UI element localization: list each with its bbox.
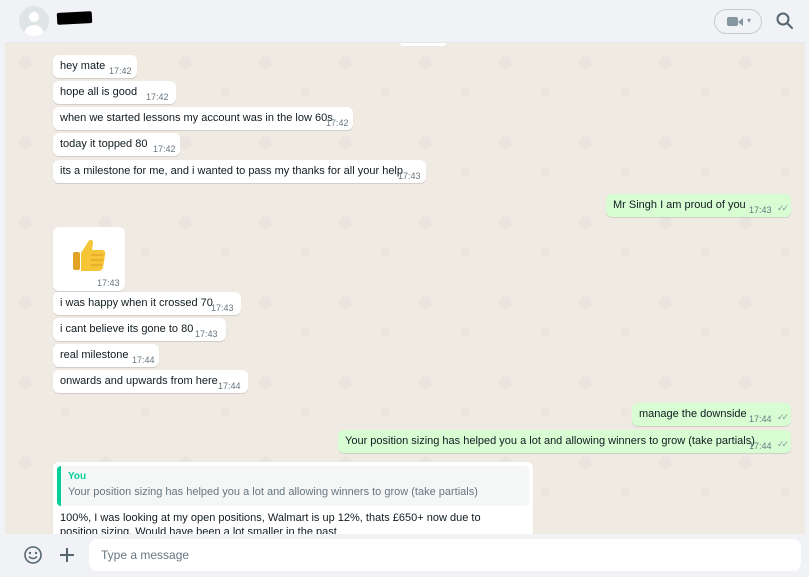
- search-icon: [776, 12, 793, 29]
- message-bubble[interactable]: Mr Singh I am proud of you 17:43 ✓✓: [606, 194, 791, 217]
- message-text: Your position sizing has helped you a lo…: [345, 435, 755, 447]
- video-camera-lens-icon: [738, 18, 743, 26]
- message-text: today it topped 80: [60, 138, 148, 150]
- message-time: 17:43: [97, 278, 120, 288]
- emoji-icon: [24, 546, 42, 564]
- plus-icon: [60, 548, 74, 562]
- chat-header: ▾: [5, 0, 805, 43]
- message-text: its a milestone for me, and i wanted to …: [60, 165, 403, 177]
- message-text: real milestone: [60, 349, 129, 361]
- message-bubble[interactable]: today it topped 80 17:42: [53, 133, 180, 156]
- message-text: onwards and upwards from here: [60, 375, 218, 387]
- message-bubble[interactable]: hope all is good 17:42: [53, 81, 176, 104]
- message-bubble[interactable]: hey mate 17:42: [53, 55, 137, 78]
- read-receipt-icon: ✓✓: [776, 412, 789, 422]
- message-time: 17:43: [195, 329, 218, 339]
- message-bubble[interactable]: i cant believe its gone to 80 17:43: [53, 318, 226, 341]
- message-text: i was happy when it crossed 70: [60, 297, 213, 309]
- previous-message-edge: [400, 43, 446, 46]
- redaction-mark: [56, 11, 93, 25]
- message-time: 17:43: [749, 205, 772, 215]
- message-time: 17:44: [749, 441, 772, 451]
- message-time: 17:44: [749, 414, 772, 424]
- read-receipt-icon: ✓✓: [776, 439, 789, 449]
- message-bubble[interactable]: its a milestone for me, and i wanted to …: [53, 160, 426, 183]
- chevron-down-icon: ▾: [747, 16, 752, 25]
- message-bubble[interactable]: i was happy when it crossed 70 17:43: [53, 292, 241, 315]
- quoted-message[interactable]: You Your position sizing has helped you …: [57, 466, 529, 506]
- attach-button[interactable]: [57, 545, 77, 565]
- avatar-body-shape: [24, 25, 44, 36]
- message-bubble[interactable]: onwards and upwards from here 17:44: [53, 370, 248, 393]
- message-text: Mr Singh I am proud of you: [613, 199, 746, 211]
- message-time: 17:44: [218, 381, 241, 391]
- video-call-button[interactable]: ▾: [714, 9, 762, 34]
- message-bubble[interactable]: real milestone 17:44: [53, 344, 159, 367]
- message-time: 17:44: [132, 355, 155, 365]
- thumbs-up-icon: [73, 239, 106, 271]
- video-camera-icon: [727, 17, 738, 26]
- quoted-text: Your position sizing has helped you a lo…: [68, 486, 478, 498]
- message-text: hey mate: [60, 60, 106, 72]
- message-bubble[interactable]: Your position sizing has helped you a lo…: [338, 430, 791, 453]
- message-time: 17:42: [326, 118, 349, 128]
- read-receipt-icon: ✓✓: [776, 203, 789, 213]
- message-list[interactable]: hey mate 17:42 hope all is good 17:42 wh…: [5, 43, 805, 534]
- message-time: 17:42: [153, 144, 176, 154]
- contact-avatar[interactable]: [19, 6, 49, 36]
- message-text: i cant believe its gone to 80: [60, 323, 194, 335]
- message-bubble[interactable]: when we started lessons my account was i…: [53, 107, 353, 130]
- message-time: 17:43: [398, 171, 421, 181]
- message-text: hope all is good: [60, 86, 138, 98]
- quoted-author: You: [68, 471, 87, 482]
- emoji-button[interactable]: [23, 545, 43, 565]
- avatar-head-shape: [29, 12, 39, 22]
- message-text: manage the downside: [639, 408, 747, 420]
- message-text: when we started lessons my account was i…: [60, 112, 333, 124]
- message-input[interactable]: [89, 539, 801, 571]
- reply-message-bubble[interactable]: You Your position sizing has helped you …: [53, 462, 533, 534]
- right-gutter: [805, 0, 809, 577]
- message-time: 17:42: [146, 92, 169, 102]
- message-text: 100%, I was looking at my open positions…: [60, 512, 481, 534]
- message-bubble[interactable]: manage the downside 17:44 ✓✓: [632, 403, 791, 426]
- message-time: 17:42: [109, 66, 132, 76]
- message-time: 17:43: [211, 303, 234, 313]
- search-button[interactable]: [775, 11, 795, 31]
- sticker-message[interactable]: 17:43: [53, 227, 125, 291]
- message-composer: [5, 534, 805, 577]
